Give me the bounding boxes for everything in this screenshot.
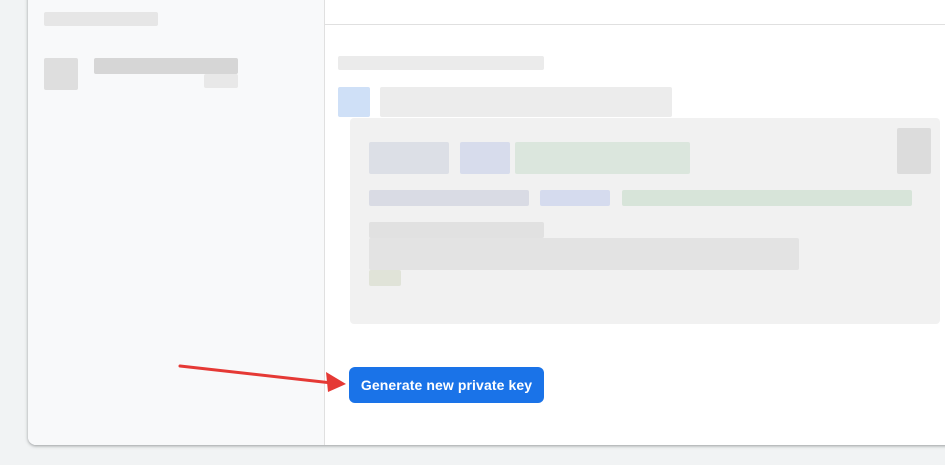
section-subtitle-redacted (338, 56, 544, 70)
code-line-redacted (540, 190, 610, 206)
sidebar-item-sublabel-redacted (204, 74, 238, 88)
code-line-redacted (369, 270, 401, 286)
sidebar-item-icon-redacted[interactable] (44, 58, 78, 90)
code-line-redacted (369, 142, 449, 174)
section-title-redacted (380, 87, 672, 117)
sidebar-item-label-redacted[interactable] (94, 58, 238, 74)
sidebar-heading-redacted (44, 12, 158, 26)
code-line-redacted (369, 222, 544, 238)
code-line-redacted (369, 238, 799, 270)
code-line-redacted (460, 142, 510, 174)
settings-card: Generate new private key (28, 0, 945, 445)
generate-private-key-button[interactable]: Generate new private key (349, 367, 544, 403)
content-divider (325, 24, 945, 25)
section-icon-redacted (338, 87, 370, 117)
code-line-redacted (515, 142, 690, 174)
sidebar (28, 0, 325, 445)
code-line-redacted (622, 190, 912, 206)
code-snippet-redacted (350, 118, 940, 324)
copy-icon-redacted[interactable] (897, 128, 931, 174)
code-line-redacted (369, 190, 529, 206)
